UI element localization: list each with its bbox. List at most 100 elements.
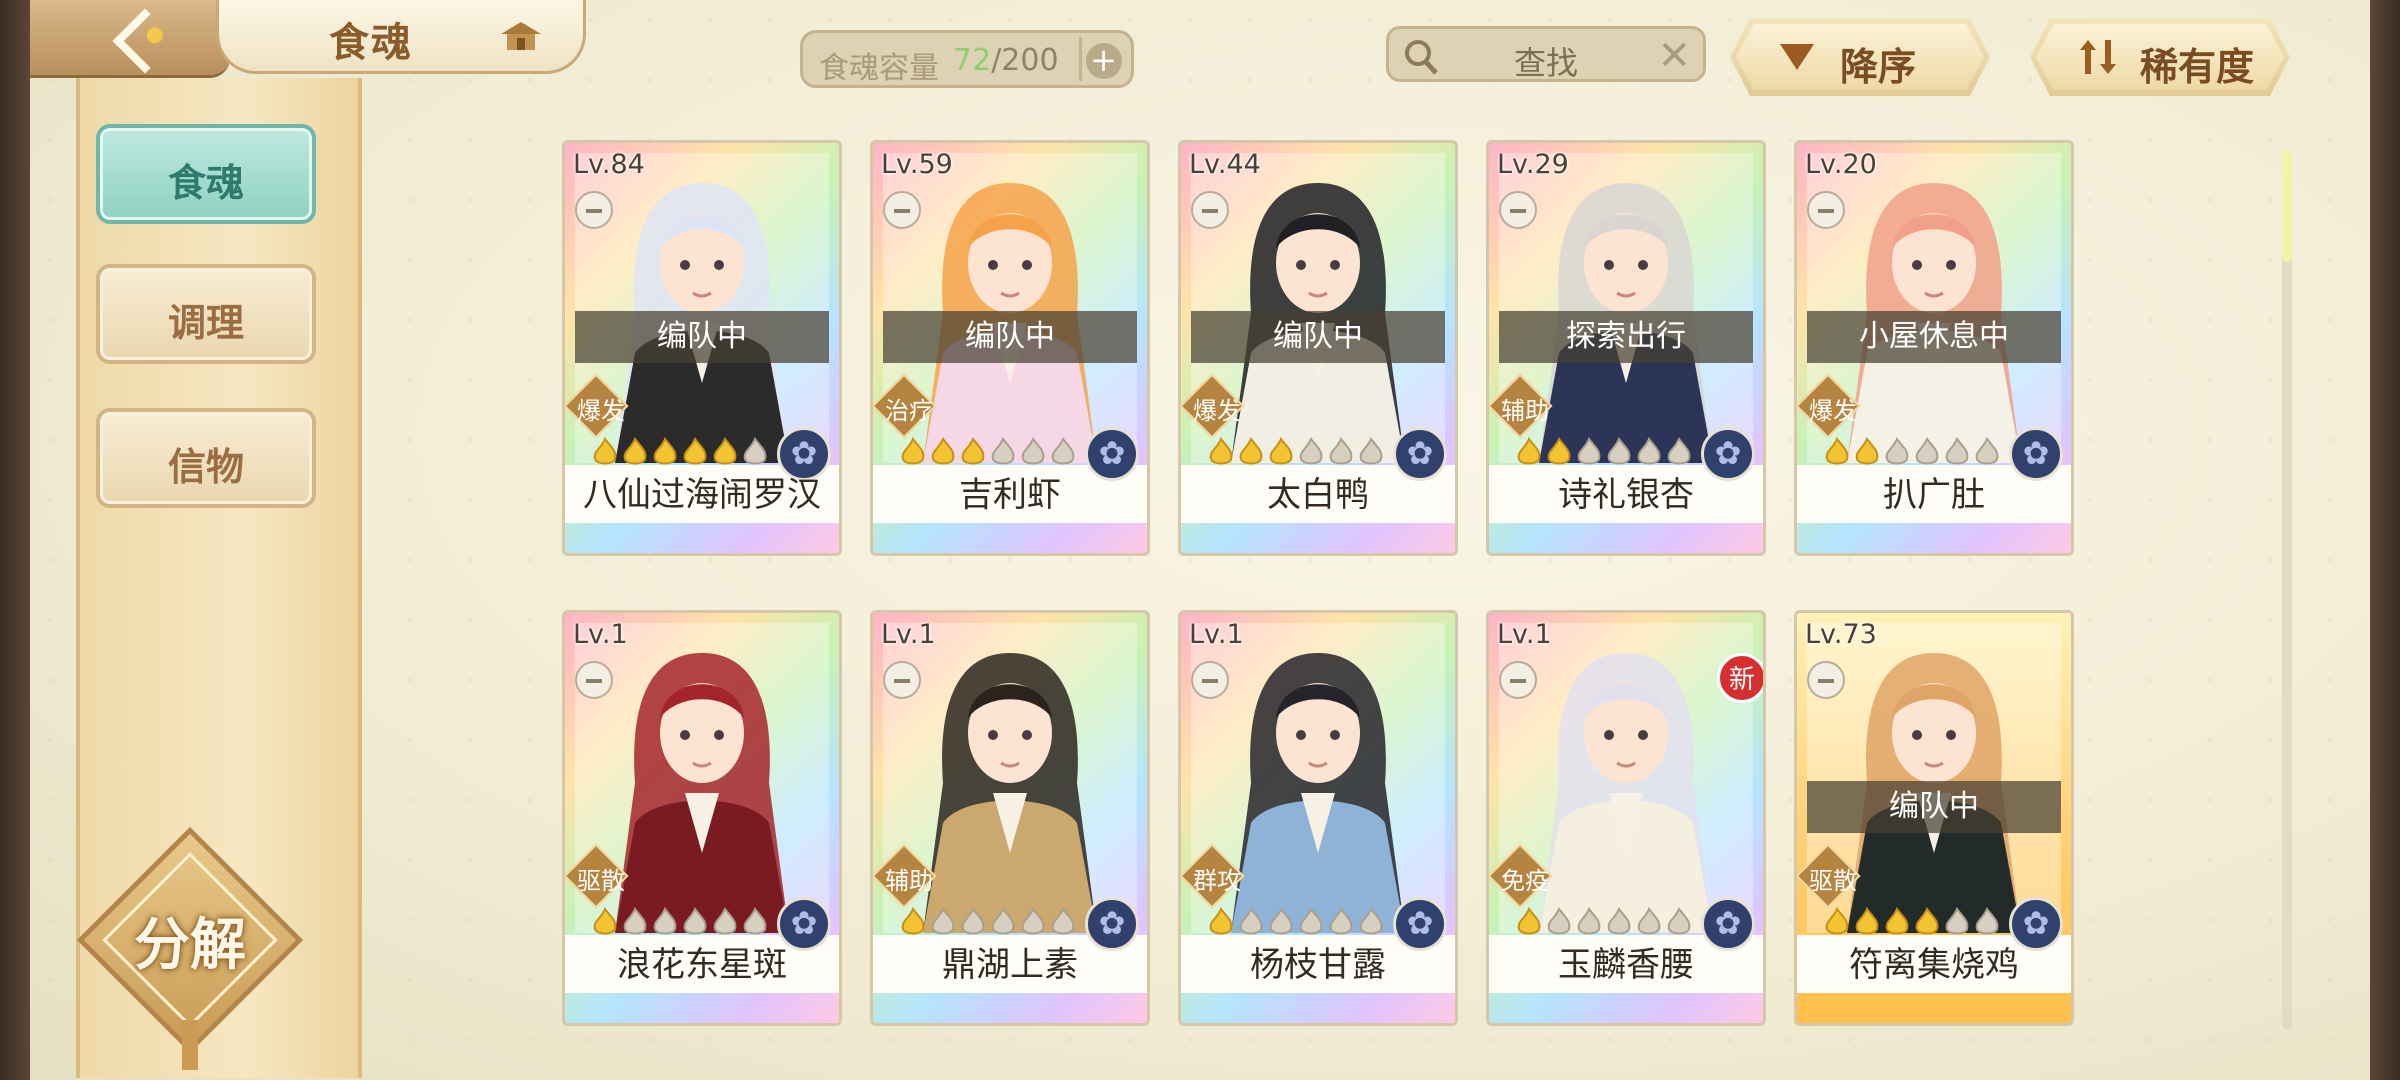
food-soul-card[interactable]: Lv.1 驱散浪花东星斑	[562, 610, 842, 1026]
capacity-max: /200	[991, 43, 1059, 78]
game-screen: 食魂 调理 信物 分解 食魂 食魂容量 72/200 + 查找 ✕ 降序 稀有度…	[30, 0, 2370, 1080]
lock-icon[interactable]	[575, 191, 613, 229]
flame-star-empty-icon	[1667, 437, 1691, 465]
search-input[interactable]: 查找 ✕	[1386, 26, 1706, 82]
house-icon[interactable]	[499, 20, 543, 54]
status-banner: 小屋休息中	[1807, 311, 2061, 363]
status-banner: 探索出行	[1499, 311, 1753, 363]
level-label: Lv.29	[1497, 149, 1569, 180]
character-name: 符离集烧鸡	[1849, 945, 2019, 985]
flame-star-icon	[1855, 907, 1879, 935]
status-banner: 编队中	[883, 311, 1137, 363]
rarity-band	[1489, 527, 1763, 553]
role-label: 治疗	[885, 397, 933, 425]
flame-star-empty-icon	[1607, 437, 1631, 465]
role-badge: 驱散	[565, 843, 629, 909]
lock-icon[interactable]	[883, 661, 921, 699]
lock-icon[interactable]	[1191, 191, 1229, 229]
new-badge: 新	[1717, 653, 1763, 703]
role-label: 免疫	[1501, 867, 1549, 895]
flame-star-icon	[901, 437, 925, 465]
rarity-band	[873, 527, 1147, 553]
character-name: 八仙过海闹罗汉	[583, 475, 821, 515]
flame-star-empty-icon	[1051, 907, 1075, 935]
flame-star-empty-icon	[1021, 437, 1045, 465]
level-label: Lv.73	[1805, 619, 1877, 650]
level-label: Lv.59	[881, 149, 953, 180]
character-name: 太白鸭	[1267, 475, 1369, 515]
food-soul-card[interactable]: Lv.59 编队中治疗吉利虾	[870, 140, 1150, 556]
flame-star-empty-icon	[1051, 437, 1075, 465]
food-soul-card[interactable]: Lv.1 群攻杨枝甘露	[1178, 610, 1458, 1026]
role-label: 爆发	[577, 397, 625, 425]
flame-star-empty-icon	[1885, 437, 1909, 465]
flame-star-empty-icon	[1577, 907, 1601, 935]
role-badge: 辅助	[873, 843, 937, 909]
lock-icon[interactable]	[883, 191, 921, 229]
lock-icon[interactable]	[1499, 191, 1537, 229]
device-bezel-left	[0, 0, 30, 1080]
rarity-band	[1489, 997, 1763, 1023]
capacity-count: 72/200	[953, 43, 1059, 78]
lock-icon[interactable]	[1499, 661, 1537, 699]
role-label: 辅助	[885, 867, 933, 895]
decompose-tassel	[182, 1020, 198, 1070]
food-soul-card[interactable]: Lv.84 编队中爆发八仙过海闹罗汉	[562, 140, 842, 556]
role-badge: 辅助	[1489, 373, 1553, 439]
sidebar-item-tokens[interactable]: 信物	[96, 408, 316, 508]
level-label: Lv.84	[573, 149, 645, 180]
flame-star-icon	[1855, 437, 1879, 465]
flame-star-icon	[1825, 907, 1849, 935]
flame-star-empty-icon	[1577, 437, 1601, 465]
add-capacity-button[interactable]: +	[1079, 37, 1125, 81]
character-name: 杨枝甘露	[1250, 945, 1386, 985]
sidebar-item-conditioning[interactable]: 调理	[96, 264, 316, 364]
lock-icon[interactable]	[1191, 661, 1229, 699]
lock-icon[interactable]	[1807, 661, 1845, 699]
search-placeholder: 查找	[1513, 44, 1578, 82]
scrollbar-thumb[interactable]	[2282, 150, 2292, 262]
role-badge: 免疫	[1489, 843, 1553, 909]
clear-icon[interactable]: ✕	[1657, 33, 1691, 79]
sort-key-button[interactable]: 稀有度	[2030, 18, 2290, 96]
character-name: 玉麟香腰	[1558, 945, 1694, 985]
sort-order-button[interactable]: 降序	[1730, 18, 1990, 96]
role-badge: 爆发	[1181, 373, 1245, 439]
rarity-band	[565, 527, 839, 553]
food-soul-card[interactable]: Lv.73 编队中驱散符离集烧鸡	[1794, 610, 2074, 1026]
role-label: 辅助	[1501, 397, 1549, 425]
flame-star-empty-icon	[1359, 907, 1383, 935]
flame-star-empty-icon	[961, 907, 985, 935]
role-label: 驱散	[1809, 867, 1857, 895]
flame-star-empty-icon	[1329, 437, 1353, 465]
flame-star-empty-icon	[1915, 437, 1939, 465]
capacity-current: 72	[953, 43, 992, 78]
scrollbar[interactable]	[2282, 150, 2292, 1030]
flame-star-icon	[1825, 437, 1849, 465]
title-tab: 食魂	[216, 0, 586, 74]
flame-star-empty-icon	[1607, 907, 1631, 935]
status-banner: 编队中	[1191, 311, 1445, 363]
flame-star-empty-icon	[743, 907, 767, 935]
food-soul-card[interactable]: Lv.44 编队中爆发太白鸭	[1178, 140, 1458, 556]
sidebar-item-food-souls[interactable]: 食魂	[96, 124, 316, 224]
flame-star-empty-icon	[683, 907, 707, 935]
flame-star-icon	[1517, 437, 1541, 465]
back-arrow-icon	[112, 8, 178, 74]
lock-icon[interactable]	[575, 661, 613, 699]
sidebar-item-label: 食魂	[167, 161, 244, 205]
lock-icon[interactable]	[1807, 191, 1845, 229]
level-label: Lv.20	[1805, 149, 1877, 180]
flame-star-empty-icon	[1637, 437, 1661, 465]
level-label: Lv.1	[573, 619, 628, 650]
food-soul-card[interactable]: Lv.1 新免疫玉麟香腰	[1486, 610, 1766, 1026]
level-label: Lv.1	[1497, 619, 1552, 650]
status-banner: 编队中	[1807, 781, 2061, 833]
food-soul-card[interactable]: Lv.29 探索出行辅助诗礼银杏	[1486, 140, 1766, 556]
food-soul-card[interactable]: Lv.1 辅助鼎湖上素	[870, 610, 1150, 1026]
food-soul-card[interactable]: Lv.20 小屋休息中爆发扒广肚	[1794, 140, 2074, 556]
back-button[interactable]	[30, 0, 230, 78]
rarity-band	[565, 997, 839, 1023]
sort-key-label: 稀有度	[2140, 45, 2255, 89]
device-bezel-right	[2370, 0, 2400, 1080]
